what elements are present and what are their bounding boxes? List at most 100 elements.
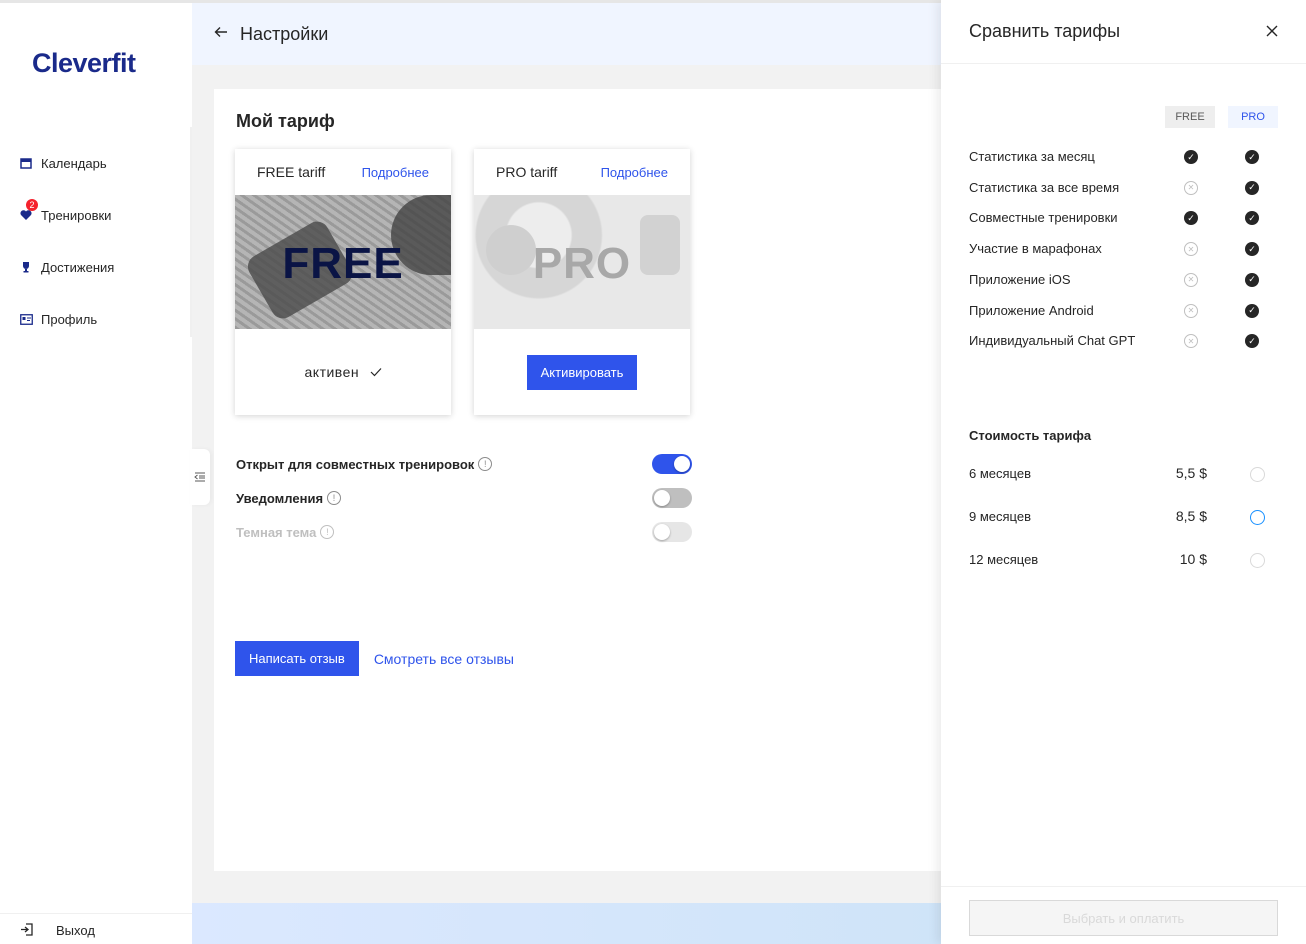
check-circle-icon: ✓ [1184, 211, 1198, 226]
card-footer: активен [235, 329, 451, 415]
page-title: Настройки [240, 23, 329, 44]
sidebar-item-achievements[interactable]: Достижения [0, 241, 190, 293]
active-status: активен [305, 364, 382, 380]
switch-knob [654, 490, 670, 506]
price-value: 8,5 $ [1175, 508, 1207, 524]
free-tariff-image: FREE [235, 195, 451, 329]
collapse-sidebar-icon[interactable] [190, 449, 210, 505]
close-circle-icon: ✕ [1184, 303, 1198, 318]
setting-dark-theme: Темная тема ! [236, 519, 692, 545]
check-circle-icon: ✓ [1245, 272, 1259, 287]
price-row: 9 месяцев 8,5 $ [969, 507, 1269, 529]
logout-icon [20, 922, 34, 939]
pro-column-tag: PRO [1228, 106, 1278, 128]
check-circle-icon: ✓ [1245, 211, 1259, 226]
setting-label: Уведомления ! [236, 490, 342, 506]
close-circle-icon: ✕ [1184, 334, 1198, 349]
free-tariff-card: FREE tariff Подробнее FREE активен [235, 149, 451, 415]
sidebar-item-calendar[interactable]: Календарь [0, 137, 190, 189]
logout-button[interactable]: Выход [0, 913, 192, 944]
logout-label: Выход [56, 923, 95, 938]
price-radio[interactable] [1250, 510, 1265, 525]
view-all-reviews-link[interactable]: Смотреть все отзывы [374, 651, 514, 667]
card-footer: Активировать [474, 329, 690, 415]
image-text: FREE [282, 239, 404, 288]
check-circle-icon: ✓ [1245, 303, 1259, 318]
pro-tariff-image: PRO [474, 195, 690, 329]
sidebar: Cleverfit Календарь 2 Тренировки Достиже… [0, 0, 192, 944]
pro-more-link[interactable]: Подробнее [601, 165, 668, 180]
feature-name: Участие в марафонах [969, 241, 1102, 257]
setting-joint-workouts: Открыт для совместных тренировок ! [236, 451, 692, 477]
activate-button[interactable]: Активировать [526, 354, 638, 390]
notification-badge: 2 [26, 199, 38, 211]
price-title: Стоимость тарифа [969, 428, 1092, 443]
sidebar-item-workouts[interactable]: 2 Тренировки [0, 189, 190, 241]
free-more-link[interactable]: Подробнее [362, 165, 429, 180]
price-row: 6 месяцев 5,5 $ [969, 464, 1269, 486]
feature-row: Статистика за все время ✕ ✓ [969, 178, 1279, 198]
card-header: FREE tariff Подробнее [235, 149, 451, 195]
price-period: 9 месяцев [969, 509, 1031, 524]
price-radio[interactable] [1250, 467, 1265, 482]
select-and-pay-button: Выбрать и оплатить [969, 900, 1278, 936]
trophy-icon [19, 260, 33, 274]
setting-notifications: Уведомления ! [236, 485, 692, 511]
joint-workouts-switch[interactable] [652, 454, 692, 474]
feature-name: Совместные тренировки [969, 210, 1118, 226]
settings-content: Мой тариф FREE tariff Подробнее FREE акт… [214, 89, 941, 871]
info-icon[interactable]: ! [478, 457, 493, 471]
info-icon[interactable]: ! [327, 491, 342, 505]
card-title: FREE tariff [257, 164, 326, 180]
feature-row: Совместные тренировки ✓ ✓ [969, 208, 1279, 228]
setting-label-text: Открыт для совместных тренировок [236, 456, 475, 472]
close-circle-icon: ✕ [1184, 180, 1198, 195]
close-icon[interactable] [1266, 21, 1278, 42]
sidebar-item-label: Тренировки [41, 207, 112, 223]
sidebar-item-label: Календарь [41, 155, 107, 171]
app-logo[interactable]: Cleverfit [32, 48, 136, 79]
feature-name: Статистика за месяц [969, 149, 1095, 164]
calendar-icon [19, 156, 33, 170]
feature-row: Индивидуальный Chat GPT ✕ ✓ [969, 331, 1279, 351]
price-period: 12 месяцев [969, 552, 1039, 567]
close-circle-icon: ✕ [1184, 272, 1198, 287]
pro-tariff-card: PRO tariff Подробнее PRO Активировать [474, 149, 690, 415]
feature-name: Приложение Android [969, 302, 1094, 318]
notifications-switch[interactable] [652, 488, 692, 508]
feature-name: Статистика за все время [969, 179, 1120, 195]
price-value: 10 $ [1179, 551, 1207, 567]
feature-name: Индивидуальный Chat GPT [969, 333, 1136, 349]
price-radio[interactable] [1250, 553, 1265, 568]
feature-row: Статистика за месяц ✓ ✓ [969, 147, 1279, 167]
dark-theme-switch [652, 522, 692, 542]
compare-tariffs-drawer: Сравнить тарифы FREE PRO Статистика за м… [941, 0, 1306, 944]
check-circle-icon: ✓ [1184, 150, 1198, 164]
back-arrow-icon[interactable] [214, 25, 228, 43]
sidebar-nav: Календарь 2 Тренировки Достижения Профил… [0, 137, 190, 345]
sidebar-item-label: Достижения [41, 259, 115, 275]
setting-label: Открыт для совместных тренировок ! [236, 456, 493, 472]
drawer-title: Сравнить тарифы [969, 21, 1121, 41]
feature-row: Приложение Android ✕ ✓ [969, 301, 1279, 321]
check-circle-icon: ✓ [1245, 334, 1259, 349]
write-review-button[interactable]: Написать отзыв [235, 641, 359, 676]
profile-card-icon [19, 312, 33, 326]
main-area: Настройки Мой тариф FREE tariff Подробне… [190, 0, 941, 944]
reviews-actions: Написать отзыв Смотреть все отзывы [235, 641, 514, 676]
sidebar-item-label: Профиль [41, 311, 98, 327]
footer-band [192, 903, 941, 944]
image-text: PRO [532, 239, 632, 288]
price-value: 5,5 $ [1175, 465, 1207, 481]
card-title: PRO tariff [496, 164, 558, 180]
setting-label-text: Уведомления [236, 490, 324, 506]
my-tariff-title: Мой тариф [236, 111, 335, 131]
free-column-tag: FREE [1165, 106, 1215, 128]
drawer-header: Сравнить тарифы [941, 0, 1306, 64]
info-icon[interactable]: ! [320, 525, 335, 539]
check-circle-icon: ✓ [1245, 242, 1259, 257]
sidebar-item-profile[interactable]: Профиль [0, 293, 190, 345]
feature-row: Участие в марафонах ✕ ✓ [969, 239, 1279, 259]
check-circle-icon: ✓ [1245, 180, 1259, 195]
feature-name: Приложение iOS [969, 271, 1071, 287]
